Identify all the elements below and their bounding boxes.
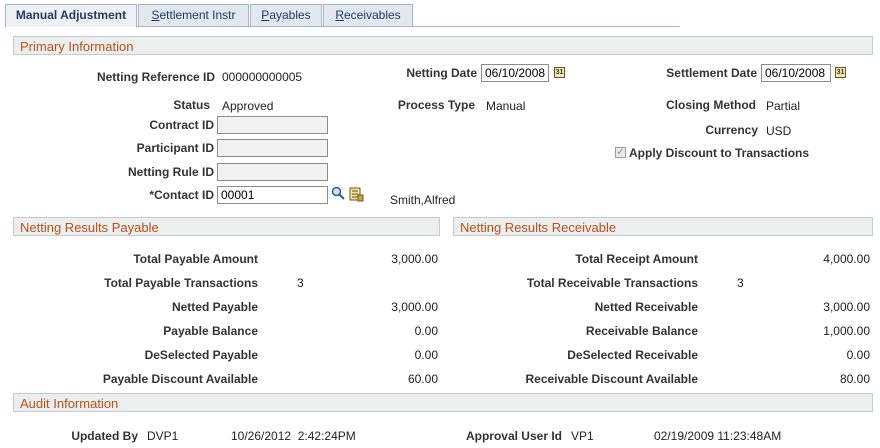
- netted-receivable-value: 3,000.00: [823, 300, 870, 314]
- deselected-receivable-label: DeSelected Receivable: [567, 348, 698, 362]
- closing-method-label: Closing Method: [666, 98, 756, 112]
- contract-id-field[interactable]: [217, 116, 328, 134]
- tab-settlement-instr[interactable]: Settlement Instr: [138, 4, 249, 26]
- detail-page-icon[interactable]: [349, 187, 364, 202]
- approval-user-id-label: Approval User Id: [465, 429, 562, 443]
- payable-balance-label: Payable Balance: [163, 324, 258, 338]
- netting-rule-id-label: Netting Rule ID: [128, 165, 214, 179]
- total-receivable-transactions-value: 3: [737, 276, 744, 290]
- total-receivable-transactions-label: Total Receivable Transactions: [526, 276, 698, 290]
- netted-payable-value: 3,000.00: [391, 300, 438, 314]
- settlement-date-input[interactable]: [761, 64, 831, 82]
- tab-manual-adjustment[interactable]: Manual Adjustment: [5, 4, 137, 27]
- deselected-payable-label: DeSelected Payable: [144, 348, 258, 362]
- total-receipt-amount-value: 4,000.00: [823, 252, 870, 266]
- tab-label: ettlement Instr: [159, 8, 236, 22]
- receivable-balance-value: 1,000.00: [823, 324, 870, 338]
- approval-user-id-value: VP1: [571, 429, 594, 443]
- section-header-receivable: Netting Results Receivable: [453, 217, 873, 236]
- total-payable-amount-label: Total Payable Amount: [133, 252, 258, 266]
- contract-id-label: Contract ID: [149, 118, 214, 132]
- tab-label: ayables: [269, 8, 311, 22]
- participant-id-label: Participant ID: [136, 141, 214, 155]
- apply-discount-label: Apply Discount to Transactions: [629, 146, 810, 160]
- contact-name: Smith,Alfred: [390, 193, 456, 207]
- total-payable-amount-value: 3,000.00: [391, 252, 438, 266]
- total-payable-transactions-label: Total Payable Transactions: [104, 276, 258, 290]
- payable-discount-label: Payable Discount Available: [102, 372, 258, 386]
- netting-date-input[interactable]: [481, 64, 549, 82]
- closing-method-value: Partial: [766, 99, 801, 113]
- deselected-payable-value: 0.00: [414, 348, 438, 362]
- netting-reference-id-label: Netting Reference ID: [96, 70, 215, 84]
- receivable-discount-label: Receivable Discount Available: [525, 372, 698, 386]
- currency-value: USD: [766, 124, 792, 138]
- payable-discount-value: 60.00: [407, 372, 438, 386]
- apply-discount-checkbox[interactable]: ✓: [615, 147, 626, 158]
- payable-balance-value: 0.00: [414, 324, 438, 338]
- calendar-icon[interactable]: 31: [554, 67, 565, 78]
- receivable-discount-value: 80.00: [839, 372, 870, 386]
- calendar-icon[interactable]: 31: [835, 67, 846, 78]
- netted-receivable-label: Netted Receivable: [594, 300, 698, 314]
- section-header-payable: Netting Results Payable: [13, 217, 440, 236]
- currency-label: Currency: [705, 123, 758, 137]
- search-icon[interactable]: [331, 186, 345, 200]
- section-header-primary: Primary Information: [13, 36, 873, 55]
- status-label: Status: [173, 98, 210, 112]
- process-type-label: Process Type: [397, 98, 475, 112]
- netted-payable-label: Netted Payable: [171, 300, 258, 314]
- section-header-audit: Audit Information: [13, 393, 873, 412]
- status-value: Approved: [222, 99, 274, 113]
- contact-id-input[interactable]: [217, 186, 328, 204]
- netting-reference-id-value: 000000000005: [222, 70, 303, 84]
- updated-by-value: DVP1: [147, 429, 179, 443]
- tab-bar: Manual Adjustment Settlement Instr Payab…: [5, 4, 680, 27]
- receivable-balance-label: Receivable Balance: [585, 324, 698, 338]
- deselected-receivable-value: 0.00: [846, 348, 870, 362]
- contact-id-label: *Contact ID: [149, 188, 214, 202]
- tab-payables[interactable]: Payables: [250, 4, 322, 26]
- process-type-value: Manual: [486, 99, 526, 113]
- tab-hotkey: R: [335, 8, 344, 22]
- netting-rule-id-field[interactable]: [217, 163, 328, 181]
- settlement-date-label: Settlement Date: [666, 66, 757, 80]
- participant-id-field[interactable]: [217, 139, 328, 157]
- updated-by-label: Updated By: [71, 429, 138, 443]
- tab-label: eceivables: [343, 8, 401, 22]
- approval-datetime: 02/19/2009 11:23:48AM: [654, 429, 782, 443]
- tab-receivables[interactable]: Receivables: [323, 4, 413, 26]
- tab-label: Manual Adjustment: [15, 8, 127, 22]
- total-payable-transactions-value: 3: [297, 276, 304, 290]
- netting-date-label: Netting Date: [406, 66, 477, 80]
- total-receipt-amount-label: Total Receipt Amount: [575, 252, 698, 266]
- updated-datetime: 10/26/2012 2:42:24PM: [231, 429, 356, 443]
